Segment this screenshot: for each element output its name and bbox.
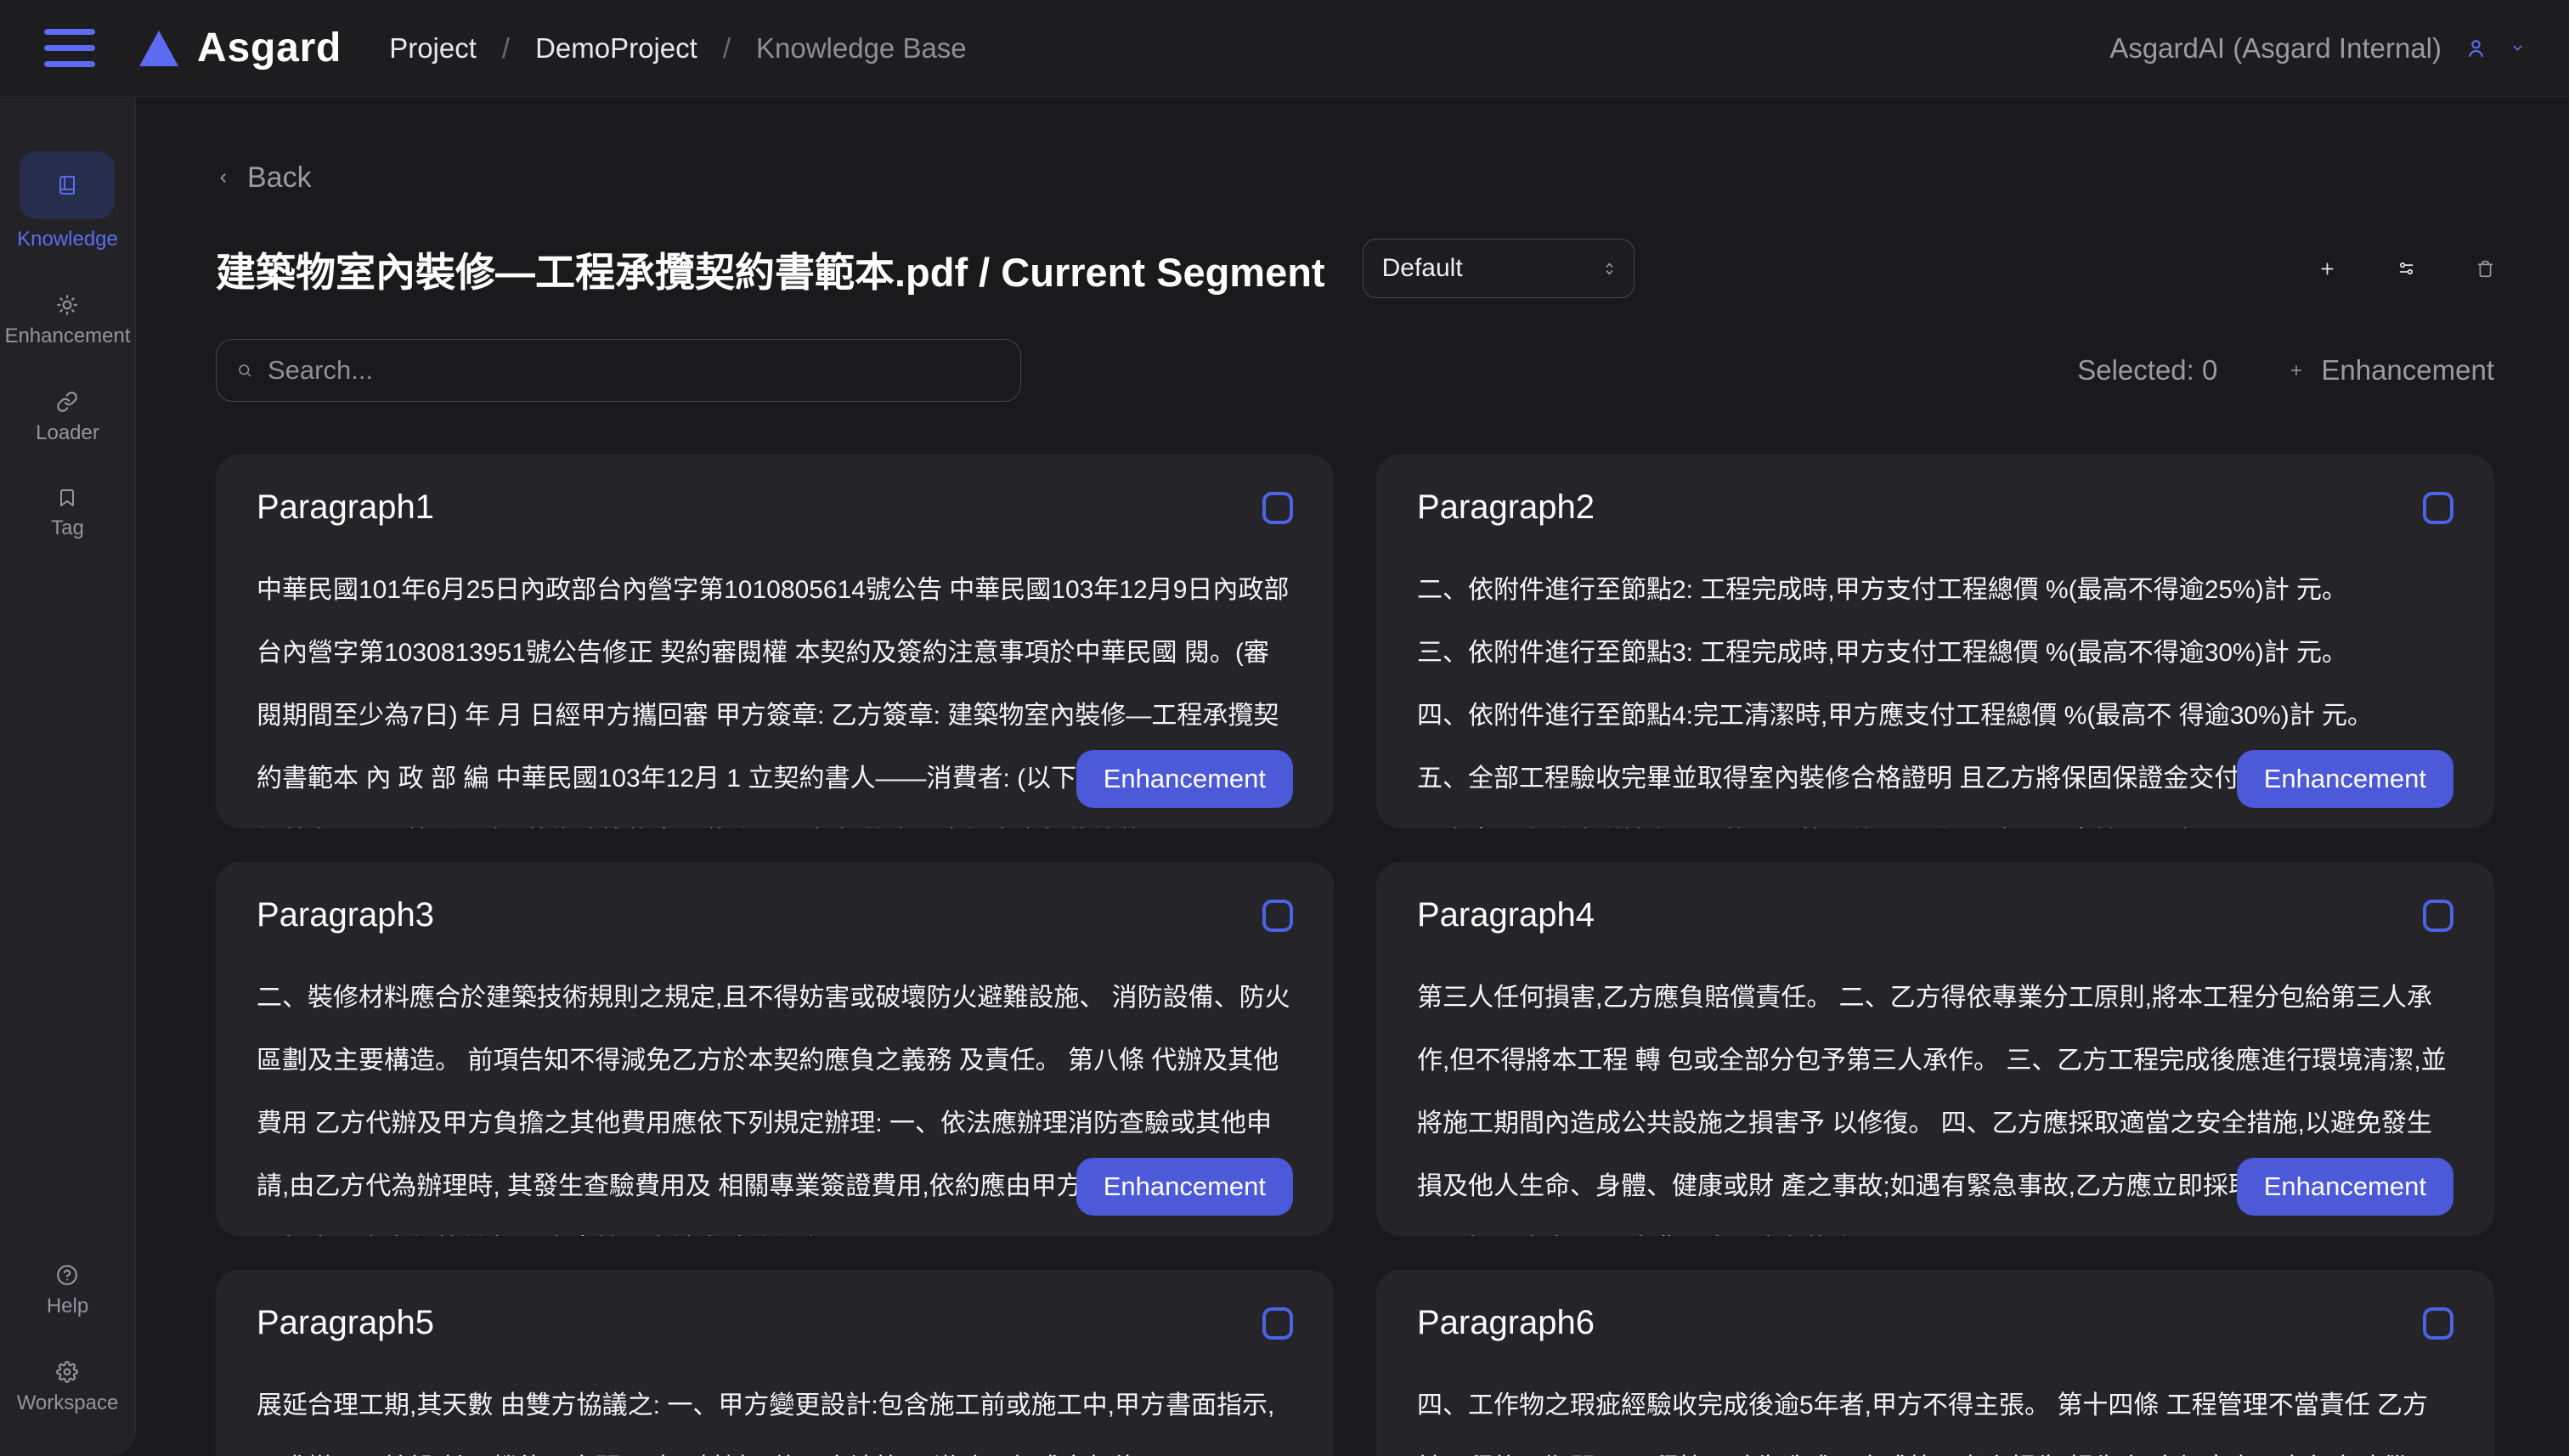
sun-icon bbox=[56, 294, 78, 316]
paragraph-card: Paragraph3 二、裝修材料應合於建築技術規則之規定,且不得妨害或破壞防火… bbox=[216, 862, 1334, 1236]
card-title: Paragraph5 bbox=[257, 1304, 1293, 1342]
card-title: Paragraph1 bbox=[257, 488, 1293, 527]
paragraph-card: Paragraph6 四、工作物之瑕疵經驗收完成後逾5年者,甲方不得主張。 第十… bbox=[1376, 1270, 2494, 1456]
account-name: AsgardAI (Asgard Internal) bbox=[2109, 32, 2442, 65]
page-title: 建築物室內裝修—工程承攬契約書範本.pdf / Current Segment bbox=[216, 240, 1325, 298]
user-icon bbox=[2465, 37, 2487, 59]
bookmark-icon bbox=[57, 488, 77, 508]
search-icon bbox=[237, 363, 252, 378]
breadcrumb: Project / DemoProject / Knowledge Base bbox=[389, 32, 966, 65]
card-title: Paragraph6 bbox=[1417, 1304, 2453, 1342]
breadcrumb-demoproject[interactable]: DemoProject bbox=[535, 32, 697, 65]
top-navbar: Asgard Project / DemoProject / Knowledge… bbox=[0, 0, 2569, 97]
paragraph-card: Paragraph4 第三人任何損害,乙方應負賠償責任。 二、乙方得依專業分工原… bbox=[1376, 862, 2494, 1236]
paragraph-card: Paragraph5 展延合理工期,其天數 由雙方協議之: 一、甲方變更設計:包… bbox=[216, 1270, 1334, 1456]
back-button[interactable]: Back bbox=[216, 161, 312, 195]
enhancement-button[interactable]: Enhancement bbox=[1076, 750, 1293, 808]
add-enhancement-button[interactable]: Enhancement bbox=[2289, 354, 2494, 387]
sidebar-item-tag[interactable]: Tag bbox=[51, 488, 84, 540]
sidebar-item-enhancement[interactable]: Enhancement bbox=[4, 294, 130, 348]
card-checkbox[interactable] bbox=[1262, 1307, 1293, 1340]
card-title: Paragraph2 bbox=[1417, 488, 2453, 527]
triangle-logo-icon bbox=[139, 31, 178, 66]
card-checkbox[interactable] bbox=[1262, 900, 1293, 932]
card-text: 四、工作物之瑕疵經驗收完成後逾5年者,甲方不得主張。 第十四條 工程管理不當責任… bbox=[1417, 1374, 2453, 1456]
card-checkbox[interactable] bbox=[1262, 492, 1293, 524]
main-content: Back 建築物室內裝修—工程承攬契約書範本.pdf / Current Seg… bbox=[136, 97, 2569, 1456]
breadcrumb-project[interactable]: Project bbox=[389, 32, 477, 65]
sidebar-item-label: Enhancement bbox=[4, 324, 130, 348]
left-sidebar: Knowledge Enhancement Loader Tag bbox=[0, 97, 136, 1456]
sidebar-item-label: Loader bbox=[36, 421, 99, 445]
paragraph-card: Paragraph2 二、依附件進行至節點2: 工程完成時,甲方支付工程總價 %… bbox=[1376, 454, 2494, 828]
breadcrumb-separator: / bbox=[723, 32, 731, 65]
card-text: 展延合理工期,其天數 由雙方協議之: 一、甲方變更設計:包含施工前或施工中,甲方… bbox=[257, 1374, 1293, 1456]
selected-count: Selected: 0 bbox=[2077, 354, 2217, 387]
card-checkbox[interactable] bbox=[2423, 1307, 2453, 1340]
enhancement-button[interactable]: Enhancement bbox=[2237, 750, 2453, 808]
hamburger-menu-icon[interactable] bbox=[44, 29, 95, 66]
sidebar-item-label: Tag bbox=[51, 516, 84, 540]
breadcrumb-knowledge-base: Knowledge Base bbox=[756, 32, 967, 65]
enhancement-button[interactable]: Enhancement bbox=[2237, 1158, 2453, 1216]
add-enhancement-label: Enhancement bbox=[2321, 354, 2494, 387]
plus-icon bbox=[2289, 363, 2304, 378]
link-icon bbox=[56, 391, 78, 413]
paragraph-cards-grid: Paragraph1 中華民國101年6月25日內政部台內營字第10108056… bbox=[216, 454, 2494, 1456]
gear-icon bbox=[56, 1361, 78, 1383]
sidebar-item-label: Knowledge bbox=[17, 228, 118, 251]
app-name: Asgard bbox=[197, 25, 342, 71]
sidebar-item-loader[interactable]: Loader bbox=[36, 391, 99, 445]
help-circle-icon bbox=[56, 1264, 78, 1286]
filter-settings-icon[interactable] bbox=[2397, 260, 2415, 278]
chevron-down-icon bbox=[2510, 41, 2525, 55]
select-chevrons-icon bbox=[1604, 262, 1615, 276]
card-checkbox[interactable] bbox=[2423, 492, 2453, 524]
chevron-left-icon bbox=[216, 171, 230, 185]
paragraph-card: Paragraph1 中華民國101年6月25日內政部台內營字第10108056… bbox=[216, 454, 1334, 828]
breadcrumb-separator: / bbox=[502, 32, 510, 65]
trash-icon[interactable] bbox=[2476, 260, 2494, 278]
book-icon bbox=[57, 175, 77, 195]
back-label: Back bbox=[247, 161, 312, 195]
sidebar-item-help[interactable]: Help bbox=[47, 1264, 88, 1318]
segment-select-value: Default bbox=[1382, 254, 1463, 283]
account-menu[interactable]: AsgardAI (Asgard Internal) bbox=[2109, 32, 2525, 65]
sidebar-item-knowledge[interactable]: Knowledge bbox=[17, 151, 118, 251]
segment-select[interactable]: Default bbox=[1363, 239, 1635, 298]
card-title: Paragraph4 bbox=[1417, 896, 2453, 934]
search-box bbox=[216, 339, 1021, 402]
sidebar-item-label: Workspace bbox=[17, 1391, 119, 1415]
card-title: Paragraph3 bbox=[257, 896, 1293, 934]
enhancement-button[interactable]: Enhancement bbox=[1076, 1158, 1293, 1216]
app-root: Asgard Project / DemoProject / Knowledge… bbox=[0, 0, 2569, 1456]
sidebar-item-label: Help bbox=[47, 1295, 88, 1318]
card-checkbox[interactable] bbox=[2423, 900, 2453, 932]
sidebar-item-workspace[interactable]: Workspace bbox=[17, 1361, 119, 1415]
add-icon[interactable] bbox=[2318, 260, 2336, 278]
search-input[interactable] bbox=[268, 355, 1000, 386]
brand: Asgard bbox=[139, 25, 342, 71]
